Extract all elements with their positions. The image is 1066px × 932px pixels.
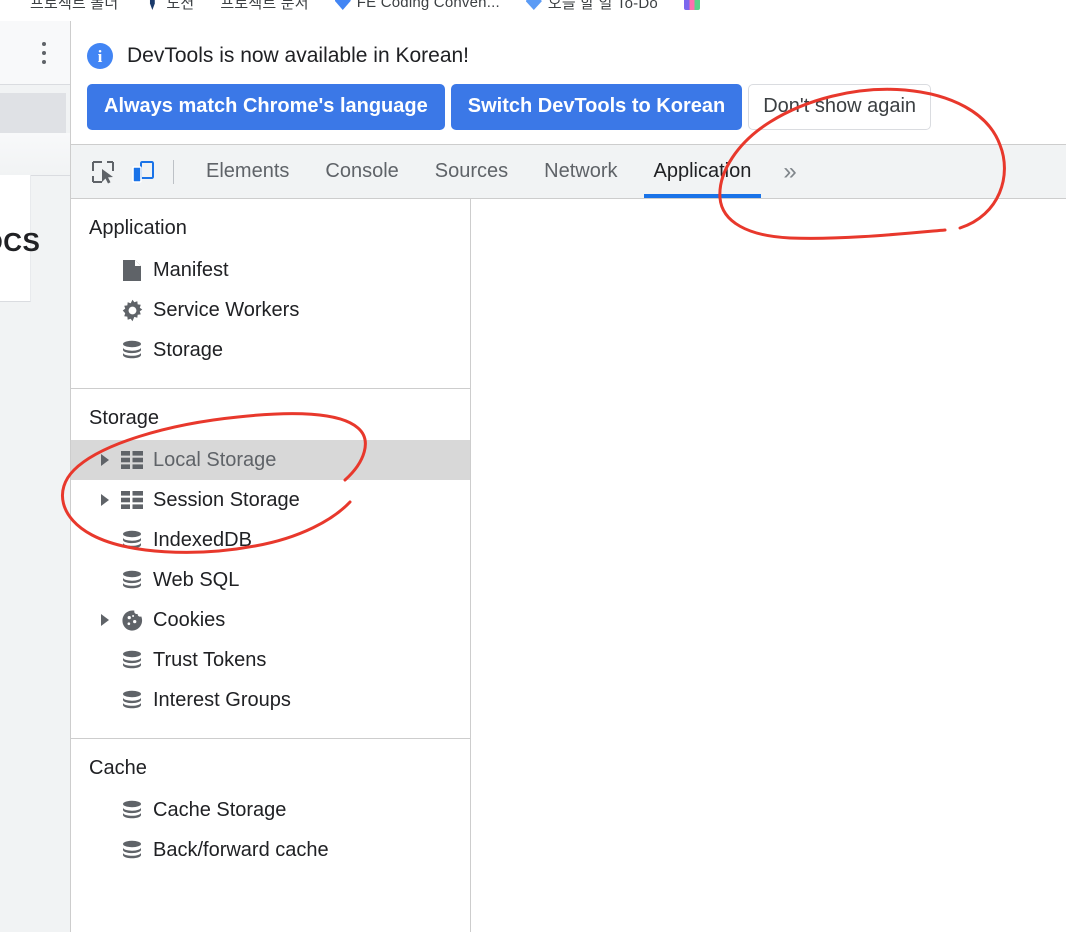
bookmark-item[interactable] — [683, 0, 706, 10]
sidebar-item-web-sql[interactable]: Web SQL — [71, 560, 470, 600]
bookmark-item[interactable]: 프로젝트 폴더 — [30, 0, 118, 13]
sidebar-item-local-storage[interactable]: Local Storage — [71, 440, 470, 480]
sidebar-item-storage[interactable]: Storage — [71, 330, 470, 370]
database-icon — [119, 838, 145, 862]
bookmark-label: 오늘 할 일 To-Do — [547, 0, 658, 12]
tab-label: Network — [544, 160, 618, 182]
notification-message: DevTools is now available in Korean! — [127, 44, 470, 67]
application-content-pane — [471, 199, 1066, 932]
sidebar-item-label: Cookies — [153, 608, 226, 631]
multicolor-icon — [683, 0, 700, 10]
sidebar-item-label: IndexedDB — [153, 528, 252, 551]
sidebar-item-label: Storage — [153, 338, 224, 361]
tab-application[interactable]: Application — [636, 145, 770, 198]
tab-sources[interactable]: Sources — [417, 145, 526, 198]
info-icon: i — [87, 43, 113, 69]
sidebar-item-label: Service Workers — [153, 298, 300, 321]
group-title: Storage — [89, 407, 160, 429]
bookmark-item[interactable]: 프로젝트 문서 — [220, 0, 308, 13]
sidebar-item-trust-tokens[interactable]: Trust Tokens — [71, 640, 470, 680]
devtools-window: i DevTools is now available in Korean! A… — [70, 21, 1066, 932]
sidebar-item-session-storage[interactable]: Session Storage — [71, 480, 470, 520]
notification-actions: Always match Chrome's language Switch De… — [71, 69, 1066, 130]
page-gradient-band — [0, 133, 70, 176]
chevron-right-icon[interactable] — [101, 614, 119, 626]
sidebar-item-label: Manifest — [153, 258, 229, 281]
toolbar-divider — [173, 159, 174, 184]
sidebar-item-label: Web SQL — [153, 568, 240, 591]
database-icon — [119, 568, 145, 592]
sidebar-item-label: Cache Storage — [153, 798, 287, 821]
database-icon — [119, 688, 145, 712]
sidebar-item-label: Back/forward cache — [153, 838, 329, 861]
sidebar-item-service-workers[interactable]: Service Workers — [71, 290, 470, 330]
sidebar-group-application: Application Manifest Service Workers Sto… — [71, 199, 470, 389]
group-title: Cache — [89, 757, 147, 779]
tab-console[interactable]: Console — [307, 145, 416, 198]
sidebar-item-manifest[interactable]: Manifest — [71, 250, 470, 290]
bookmark-item[interactable]: 오늘 할 일 To-Do — [525, 0, 658, 13]
notification-message-row: i DevTools is now available in Korean! — [71, 21, 1066, 69]
tab-elements[interactable]: Elements — [188, 145, 307, 198]
sidebar-item-label: Local Storage — [153, 448, 277, 471]
sidebar-item-interest-groups[interactable]: Interest Groups — [71, 680, 470, 720]
korean-language-notification: i DevTools is now available in Korean! A… — [71, 21, 1066, 144]
manifest-page-icon — [119, 258, 145, 282]
tab-network[interactable]: Network — [526, 145, 635, 198]
sidebar-item-indexeddb[interactable]: IndexedDB — [71, 520, 470, 560]
devtools-tabstrip: Elements Console Sources Network Applica… — [71, 144, 1066, 199]
underlying-page-strip: DCS — [0, 21, 70, 932]
page-clipped-heading: DCS — [0, 227, 41, 257]
page-toolbar-card — [0, 21, 70, 85]
bookmark-item[interactable]: FE Coding Conven... — [334, 0, 500, 11]
application-sidebar-tree: Application Manifest Service Workers Sto… — [71, 199, 471, 932]
blue-light-icon — [525, 0, 542, 10]
bookmark-label: FE Coding Conven... — [356, 0, 500, 11]
bookmark-bar: 프로젝트 폴더 노션 프로젝트 문서 FE Coding Conven... 오… — [0, 0, 1066, 22]
blue-drop-icon — [334, 0, 351, 10]
devtools-body: Application Manifest Service Workers Sto… — [71, 199, 1066, 932]
dark-pin-icon — [149, 0, 155, 10]
bookmark-item[interactable]: 노션 — [144, 0, 194, 13]
database-icon — [119, 528, 145, 552]
cookie-icon — [119, 608, 145, 632]
bookmark-list: 프로젝트 폴더 노션 프로젝트 문서 FE Coding Conven... 오… — [0, 0, 706, 21]
bookmark-label: 노션 — [166, 0, 195, 12]
more-tabs-icon[interactable]: » — [769, 145, 810, 198]
table-grid-icon — [119, 488, 145, 512]
sidebar-item-cache-storage[interactable]: Cache Storage — [71, 790, 470, 830]
sidebar-group-storage: Storage Local Storage Session Storage In… — [71, 389, 470, 739]
bookmark-label: 프로젝트 문서 — [220, 0, 309, 12]
tab-label: Application — [653, 160, 752, 182]
sidebar-item-label: Trust Tokens — [153, 648, 267, 671]
group-title: Application — [89, 217, 187, 239]
device-toolbar-icon[interactable] — [123, 152, 163, 192]
database-icon — [119, 648, 145, 672]
database-icon — [119, 338, 145, 362]
sidebar-item-back-forward-cache[interactable]: Back/forward cache — [71, 830, 470, 870]
bookmark-label: 프로젝트 폴더 — [30, 0, 119, 12]
database-icon — [119, 798, 145, 822]
gear-icon — [119, 298, 145, 322]
tab-label: Console — [325, 160, 399, 182]
always-match-chrome-language-button[interactable]: Always match Chrome's language — [87, 84, 445, 130]
switch-devtools-to-korean-button[interactable]: Switch DevTools to Korean — [450, 84, 743, 130]
chevron-right-icon[interactable] — [101, 454, 119, 466]
dont-show-again-button[interactable]: Don't show again — [748, 84, 932, 130]
sidebar-item-cookies[interactable]: Cookies — [71, 600, 470, 640]
sidebar-item-label: Session Storage — [153, 488, 300, 511]
tab-label: Sources — [434, 160, 509, 182]
more-vertical-icon[interactable] — [42, 42, 46, 64]
inspect-element-icon[interactable] — [83, 152, 123, 192]
sidebar-item-label: Interest Groups — [153, 688, 291, 711]
table-grid-icon — [119, 448, 145, 472]
tab-label: Elements — [206, 160, 290, 182]
sidebar-group-cache: Cache Cache Storage Back/forward cache — [71, 739, 470, 888]
page-selected-row — [0, 93, 66, 133]
chevron-right-icon[interactable] — [101, 494, 119, 506]
